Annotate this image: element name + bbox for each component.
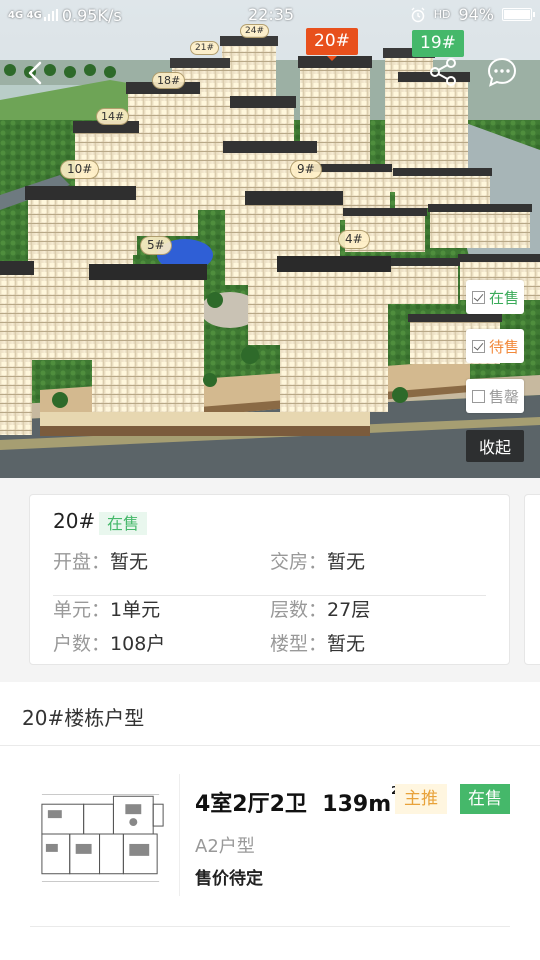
- list-item[interactable]: 4室2厅2卫 139m2 主推 在售 A2户型 售价待定: [0, 746, 540, 927]
- building-tag-5[interactable]: 5#: [140, 236, 172, 255]
- network-speed: 0.95K/s: [61, 5, 122, 25]
- on-sale-badge: 在售: [460, 784, 510, 814]
- building-name: 20#: [53, 509, 96, 533]
- building-tag-20-selected[interactable]: 20#: [306, 28, 358, 61]
- unit-count: 单元：1单元: [53, 599, 161, 621]
- section-title: 20#楼栋户型: [22, 706, 145, 730]
- building-tag-9[interactable]: 9#: [290, 160, 322, 179]
- checkbox-checked-icon: [472, 290, 485, 304]
- unit-type-name: A2户型: [195, 836, 255, 857]
- sand-table-photo[interactable]: 4G 4G 0.95K/s 22:35 HD 94% 20# 19# 21# 2…: [0, 0, 540, 478]
- household-count: 户数：108户: [53, 633, 166, 655]
- delivery-date: 交房：暂无: [270, 551, 366, 573]
- alarm-icon: [411, 7, 425, 22]
- open-date: 开盘：暂无: [53, 551, 149, 573]
- building-info-area: 20# 在售 开盘：暂无 交房：暂无 单元：1单元 层数：27层 户数：108户…: [0, 478, 540, 682]
- building-tag-24[interactable]: 24#: [240, 24, 269, 38]
- unit-layout-area: 4室2厅2卫 139m2: [195, 784, 399, 817]
- sand-table-scene: [0, 0, 540, 478]
- building-tag-10[interactable]: 10#: [60, 160, 100, 179]
- status-badge: 在售: [99, 512, 147, 535]
- floor-count: 层数：27层: [270, 599, 371, 621]
- filter-label: 售罄: [489, 387, 520, 406]
- building-info-card[interactable]: 20# 在售 开盘：暂无 交房：暂无 单元：1单元 层数：27层 户数：108户…: [29, 494, 510, 665]
- unit-price: 售价待定: [195, 869, 263, 889]
- recommended-badge: 主推: [395, 784, 447, 814]
- battery-icon: [502, 8, 535, 21]
- building-detail-screen: 4G 4G 0.95K/s 22:35 HD 94% 20# 19# 21# 2…: [0, 0, 540, 960]
- building-tag-4[interactable]: 4#: [338, 230, 370, 249]
- filter-label: 待售: [489, 337, 520, 356]
- clock: 22:35: [248, 5, 295, 24]
- building-type: 楼型：暂无: [270, 633, 366, 655]
- filter-on-sale[interactable]: 在售: [466, 280, 524, 314]
- building-tag-19[interactable]: 19#: [412, 30, 464, 57]
- filter-label: 在售: [489, 288, 520, 307]
- signal-icon: [43, 9, 58, 21]
- network-type: 4G 4G: [8, 9, 42, 21]
- checkbox-unchecked-icon: [472, 389, 485, 403]
- unit-list: 4室2厅2卫 139m2 主推 在售 A2户型 售价待定: [0, 746, 540, 960]
- checkbox-checked-icon: [472, 339, 485, 353]
- floorplan-image: [30, 774, 180, 896]
- filter-pending-sale[interactable]: 待售: [466, 329, 524, 363]
- row-divider: [30, 926, 510, 927]
- hd-indicator: HD: [433, 8, 451, 21]
- status-bar: 4G 4G 0.95K/s 22:35 HD 94%: [0, 0, 540, 30]
- filter-sold-out[interactable]: 售罄: [466, 379, 524, 413]
- units-section-header: 20#楼栋户型: [0, 682, 540, 746]
- collapse-button[interactable]: 收起: [466, 430, 524, 462]
- chat-icon[interactable]: [486, 56, 518, 88]
- building-tag-14[interactable]: 14#: [96, 108, 130, 125]
- building-tag-18[interactable]: 18#: [152, 72, 186, 89]
- back-arrow-icon[interactable]: [20, 56, 54, 90]
- battery-percent: 94%: [458, 5, 494, 24]
- share-icon[interactable]: [427, 56, 459, 88]
- building-tag-21[interactable]: 21#: [190, 41, 219, 55]
- next-building-card-peek[interactable]: [524, 494, 540, 665]
- status-right: HD 94%: [410, 5, 535, 24]
